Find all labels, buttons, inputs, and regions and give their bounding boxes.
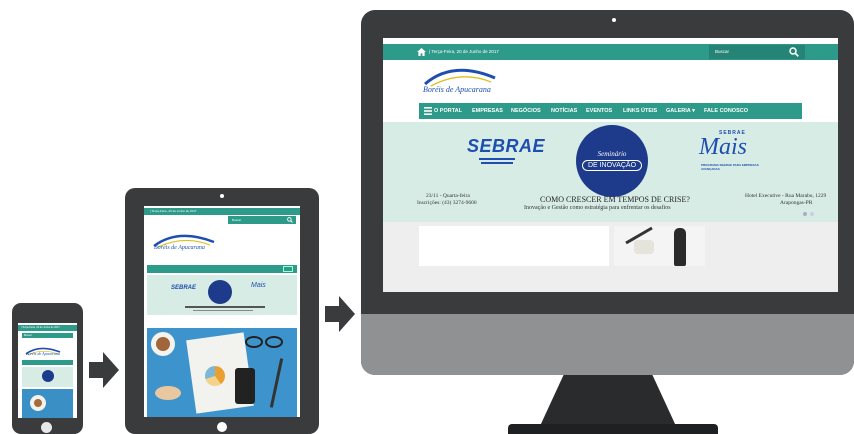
monitor-screen: | Terça-Feira, 20 de Junho de 2017 Busca…: [383, 38, 838, 292]
slider-dot[interactable]: [803, 212, 807, 216]
tablet-logo: Boréis de Apucarana: [150, 232, 220, 256]
phone-logo: Boréis de Apucarana: [24, 343, 64, 358]
phone-device: | Terça-Feira, 20 de Junho de 2017 Busca…: [12, 303, 83, 434]
nav-links-uteis[interactable]: LINKS ÚTEIS: [623, 103, 657, 119]
event-banner[interactable]: SEBRAE Seminário DE INOVAÇÃO SEBRAE Mais…: [383, 122, 838, 222]
menu-icon[interactable]: [424, 107, 432, 115]
pen: [269, 358, 284, 408]
sebrae-underline: [479, 158, 515, 160]
phone-menu-bar[interactable]: [22, 360, 73, 365]
sebrae-mais-sub: PROGRAMA SEBRAE PARA EMPRESAS AVANÇADAS: [701, 163, 759, 171]
phone-screen: | Terça-Feira, 20 de Junho de 2017 Busca…: [18, 323, 77, 418]
phone-banner: [22, 367, 73, 387]
phone-search-input[interactable]: Buscar: [24, 333, 32, 338]
nav-o-portal[interactable]: O PORTAL: [434, 103, 462, 119]
top-bar: | Terça-Feira, 20 de Junho de 2017 Busca…: [383, 44, 838, 60]
monitor-stand-base: [508, 424, 718, 434]
event-headline: COMO CRESCER EM TEMPOS DE CRISE?: [540, 195, 690, 204]
main-nav: O PORTAL EMPRESAS NEGÓCIOS NOTÍCIAS EVEN…: [419, 103, 802, 119]
content-area: [383, 222, 838, 292]
phone-search-bar[interactable]: Buscar: [22, 333, 73, 338]
monitor-stand-neck: [540, 373, 676, 426]
tablet-date: | Terça-Feira, 20 de Junho de 2017: [150, 209, 197, 213]
nav-empresas[interactable]: EMPRESAS: [472, 103, 503, 119]
phone-topbar: | Terça-Feira, 20 de Junho de 2017: [18, 325, 77, 331]
fashion-photo[interactable]: [614, 226, 705, 266]
tablet-search-input[interactable]: Buscar: [232, 216, 241, 224]
tablet-hero-photo: [147, 328, 297, 417]
search-icon[interactable]: [287, 217, 293, 223]
nav-noticias[interactable]: NOTÍCIAS: [551, 103, 577, 119]
monitor-device: | Terça-Feira, 20 de Junho de 2017 Busca…: [361, 10, 854, 375]
search-input[interactable]: Buscar: [715, 45, 729, 59]
tablet-home-button[interactable]: [217, 422, 227, 432]
search-icon[interactable]: [789, 47, 799, 57]
tablet-search-bar[interactable]: Buscar: [228, 216, 296, 224]
event-address: Hotel Executive - Rua Marabu, 1229: [745, 193, 827, 199]
phone-date: | Terça-Feira, 20 de Junho de 2017: [21, 326, 60, 329]
pie-graphic: [205, 366, 225, 386]
current-date: | Terça-Feira, 20 de Junho de 2017: [429, 49, 499, 54]
nav-negocios[interactable]: NEGÓCIOS: [511, 103, 541, 119]
content-card[interactable]: [419, 226, 609, 266]
event-subheadline: Inovação e Gestão como estratégia para e…: [524, 205, 671, 211]
slider-dot[interactable]: [810, 212, 814, 216]
event-date: 23/11 - Quarta-feira: [426, 193, 470, 199]
phone-seminar-circle: [42, 370, 54, 382]
monitor-camera: [612, 18, 616, 22]
nav-eventos[interactable]: EVENTOS: [586, 103, 612, 119]
tablet-banner: SEBRAE Mais: [147, 275, 297, 315]
sebrae-mais-logo: Mais: [699, 134, 747, 160]
glasses: [245, 336, 263, 348]
site-logo[interactable]: Boréis de Apucarana: [421, 64, 501, 100]
phone-photo: [22, 389, 73, 418]
nav-fale-conosco[interactable]: FALE CONOSCO: [704, 103, 748, 119]
tablet-screen: | Terça-Feira, 20 de Junho de 2017 Busca…: [144, 206, 300, 417]
nav-galeria[interactable]: GALERIA ▾: [666, 103, 695, 119]
arrow-right-icon: [89, 352, 119, 388]
sebrae-logo: SEBRAE: [467, 136, 546, 156]
logo-text: Boréis de Apucarana: [423, 85, 491, 94]
tablet-topbar: | Terça-Feira, 20 de Junho de 2017: [144, 208, 300, 215]
arrow-right-icon: [325, 296, 355, 332]
menu-toggle-icon[interactable]: [283, 266, 293, 272]
sebrae-underline: [481, 162, 513, 164]
monitor-chin: [361, 314, 854, 375]
event-registration: Inscrições: (43) 3274-9600: [417, 200, 477, 206]
tablet-menu-bar[interactable]: [147, 265, 297, 273]
tablet-seminar-circle: [208, 280, 232, 304]
tablet-device: | Terça-Feira, 20 de Junho de 2017 Busca…: [125, 188, 319, 434]
smartphone: [235, 368, 255, 404]
seminar-badge: Seminário DE INOVAÇÃO: [576, 125, 648, 197]
home-icon[interactable]: [417, 48, 426, 56]
tablet-camera: [220, 194, 224, 198]
event-city: Arapongas-PR: [780, 200, 813, 206]
model-figure: [674, 228, 686, 266]
phone-home-button[interactable]: [41, 422, 52, 433]
